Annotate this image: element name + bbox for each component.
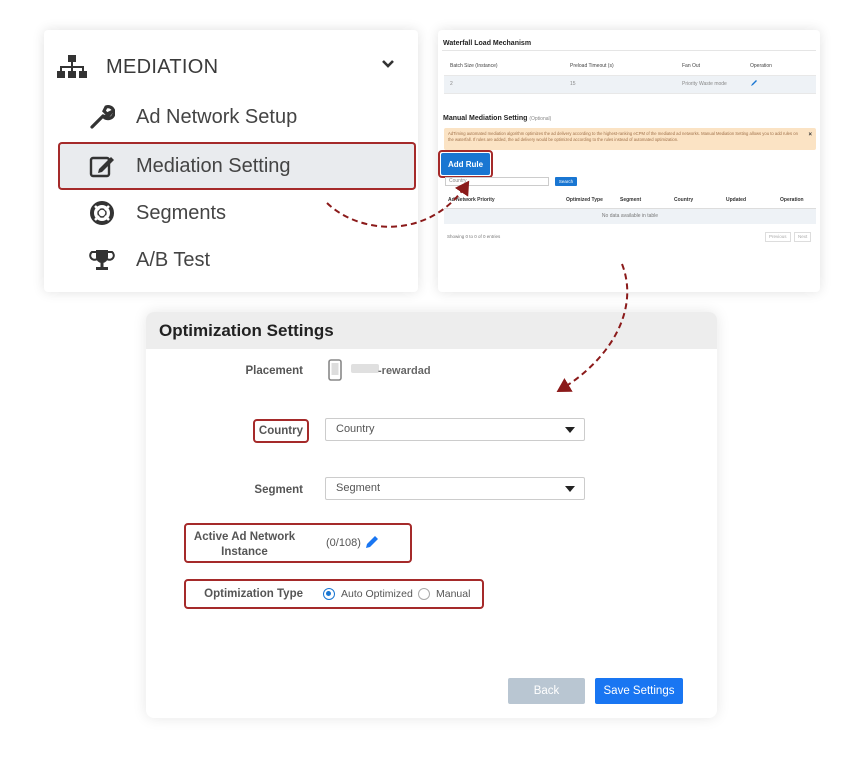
flow-arrows [326, 180, 629, 393]
arrow-to-add-rule [326, 180, 470, 228]
arrow-to-optimization [556, 263, 629, 393]
tutorial-canvas: MEDIATION Ad Network Setup Mediation Set… [0, 0, 864, 762]
